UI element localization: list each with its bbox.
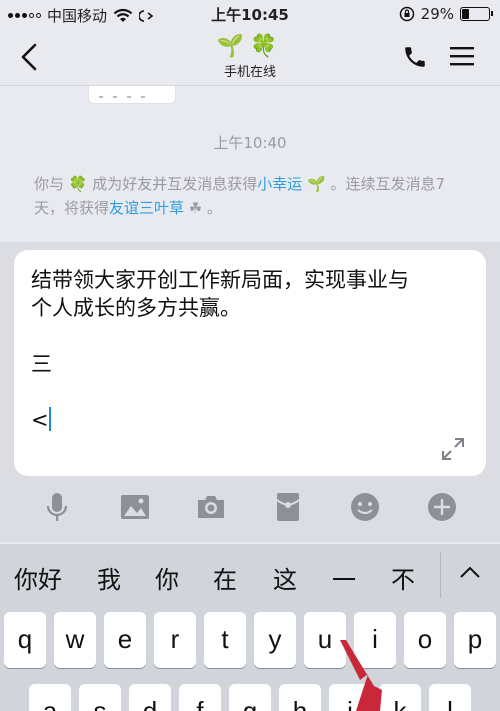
system-message-text: 你与 🍀 成为好友并互发消息获得 [34, 175, 258, 193]
key[interactable]: p [454, 612, 496, 668]
battery-icon [460, 7, 493, 21]
input-toolbar [0, 490, 500, 530]
key[interactable]: t [204, 612, 246, 668]
input-line: 三 [31, 352, 52, 376]
camera-icon[interactable] [194, 490, 228, 524]
input-last-line: < [31, 408, 49, 432]
text-caret [48, 407, 51, 431]
input-line-current: < [31, 406, 471, 434]
candidate-word[interactable]: 你好 [14, 560, 62, 595]
chat-messages[interactable]: 上午10:40 你与 🍀 成为好友并互发消息获得小幸运 🌱 。连续互发消息7天，… [0, 86, 500, 242]
battery-percent: 29% [420, 5, 454, 23]
menu-icon[interactable] [449, 45, 475, 67]
key[interactable]: f [179, 684, 221, 711]
annotation-arrow-icon [340, 640, 382, 711]
rotation-lock-icon [399, 6, 414, 22]
input-line: 结带领大家开创工作新局面，实现事业与 [31, 268, 409, 292]
chevron-up-icon[interactable] [458, 562, 482, 582]
key[interactable]: e [104, 612, 146, 668]
key[interactable]: a [29, 684, 71, 711]
message-input-text[interactable]: 结带领大家开创工作新局面，实现事业与 个人成长的多方共赢。 三 < [31, 266, 471, 434]
key[interactable]: o [404, 612, 446, 668]
key[interactable]: h [279, 684, 321, 711]
message-input[interactable]: 结带领大家开创工作新局面，实现事业与 个人成长的多方共赢。 三 < [14, 250, 486, 476]
expand-icon[interactable] [440, 436, 466, 462]
candidate-divider [440, 552, 441, 598]
candidate-word[interactable]: 我 [97, 560, 121, 595]
key[interactable]: y [254, 612, 296, 668]
red-packet-icon[interactable] [271, 490, 305, 524]
candidate-word[interactable]: 一 [332, 560, 356, 595]
key[interactable]: q [4, 612, 46, 668]
input-panel: 结带领大家开创工作新局面，实现事业与 个人成长的多方共赢。 三 < [0, 242, 500, 542]
status-right: 29% [399, 5, 493, 23]
keyboard: q w e r t y u i o p a s d f g h j k l [0, 606, 500, 711]
plus-icon[interactable] [425, 490, 459, 524]
candidate-bar: 你好 我 你 在 这 一 不 [0, 544, 500, 606]
clover-link[interactable]: 友谊三叶草 [109, 199, 184, 217]
input-line: 个人成长的多方共赢。 [31, 296, 241, 320]
image-icon[interactable] [118, 490, 152, 524]
candidate-word[interactable]: 这 [273, 560, 297, 595]
lucky-link[interactable]: 小幸运 [257, 175, 302, 193]
message-timestamp: 上午10:40 [213, 134, 287, 152]
key[interactable]: r [154, 612, 196, 668]
system-message-text: ☘ 。 [184, 199, 223, 217]
key[interactable]: s [79, 684, 121, 711]
key[interactable]: g [229, 684, 271, 711]
emoji-icon[interactable] [348, 490, 382, 524]
key[interactable]: l [429, 684, 471, 711]
microphone-icon[interactable] [40, 490, 74, 524]
chat-header: 🌱🍀 手机在线 [0, 28, 500, 86]
status-bar: 中国移动 上午10:45 29% [0, 0, 500, 28]
candidate-word[interactable]: 不 [391, 560, 415, 595]
message-image-thumbnail[interactable] [88, 86, 176, 104]
candidate-word[interactable]: 你 [155, 560, 179, 595]
candidate-word[interactable]: 在 [213, 560, 237, 595]
phone-icon[interactable] [402, 44, 428, 70]
key[interactable]: w [54, 612, 96, 668]
input-line [31, 378, 471, 406]
input-line [31, 322, 471, 350]
system-message: 你与 🍀 成为好友并互发消息获得小幸运 🌱 。连续互发消息7天，将获得友谊三叶草… [34, 172, 474, 220]
key[interactable]: d [129, 684, 171, 711]
